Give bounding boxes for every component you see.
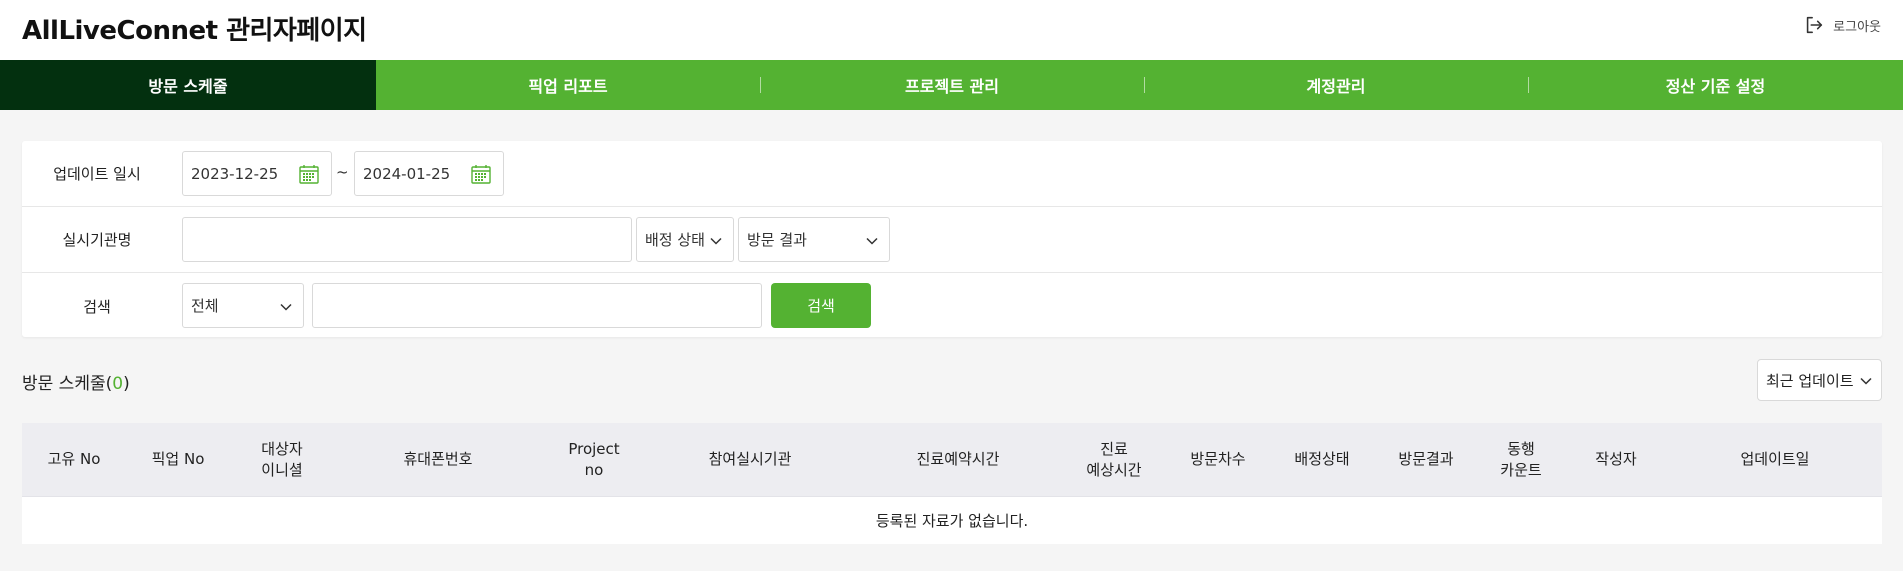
filter-row-search: 검색 전체 검색 xyxy=(22,273,1882,339)
app-title: AllLiveConnet 관리자페이지 xyxy=(22,16,367,46)
assign-status-select[interactable]: 배정 상태 xyxy=(636,217,734,262)
column-header[interactable]: 업데이트일 xyxy=(1668,449,1882,470)
column-header[interactable]: 고유 No xyxy=(22,449,126,470)
column-header[interactable]: 진료 예상시간 xyxy=(1062,439,1166,481)
nav-tab-account-management[interactable]: 계정관리 xyxy=(1144,60,1528,110)
nav-tab-visit-schedule[interactable]: 방문 스케줄 xyxy=(0,60,376,110)
filter-row-site: 실시기관명 배정 상태 방문 결과 xyxy=(22,207,1882,273)
search-button[interactable]: 검색 xyxy=(771,283,871,328)
filter-row-update-date: 업데이트 일시 2023-12-25 ~ 2024-01-25 xyxy=(22,141,1882,207)
nav-tab-label: 계정관리 xyxy=(1306,77,1366,96)
start-date-field[interactable]: 2023-12-25 xyxy=(182,151,332,196)
nav-tab-label: 정산 기준 설정 xyxy=(1665,77,1766,96)
calendar-icon[interactable] xyxy=(471,164,491,184)
nav-tab-label: 방문 스케줄 xyxy=(148,77,228,96)
nav-divider xyxy=(1144,77,1145,93)
empty-message: 등록된 자료가 없습니다. xyxy=(875,512,1029,530)
column-header[interactable]: 방문차수 xyxy=(1166,449,1270,470)
chevron-down-icon xyxy=(710,237,722,245)
nav-tab-label: 픽업 리포트 xyxy=(528,77,608,96)
visit-result-select[interactable]: 방문 결과 xyxy=(738,217,890,262)
sort-select[interactable]: 최근 업데이트 xyxy=(1757,359,1882,401)
visit-result-value: 방문 결과 xyxy=(747,231,807,249)
update-date-label: 업데이트 일시 xyxy=(53,165,141,183)
search-scope-value: 전체 xyxy=(191,297,219,315)
list-title-end: ) xyxy=(123,374,130,394)
calendar-icon[interactable] xyxy=(299,164,319,184)
end-date-field[interactable]: 2024-01-25 xyxy=(354,151,504,196)
main-nav: 방문 스케줄 픽업 리포트 프로젝트 관리 계정관리 정산 기준 설정 xyxy=(0,60,1903,110)
top-bar: AllLiveConnet 관리자페이지 로그아웃 xyxy=(0,0,1903,60)
column-header[interactable]: 휴대폰번호 xyxy=(334,449,542,470)
date-range-separator: ~ xyxy=(336,163,349,181)
chevron-down-icon xyxy=(1860,377,1872,385)
column-header[interactable]: 참여실시기관 xyxy=(646,449,854,470)
table-header: 고유 No 픽업 No 대상자 이니셜 휴대폰번호 Project no 참여실… xyxy=(22,423,1882,496)
column-header[interactable]: 작성자 xyxy=(1564,449,1668,470)
nav-tab-project-management[interactable]: 프로젝트 관리 xyxy=(760,60,1144,110)
table-empty-row: 등록된 자료가 없습니다. xyxy=(22,496,1882,544)
site-name-input[interactable] xyxy=(182,217,632,262)
search-input[interactable] xyxy=(312,283,762,328)
schedule-table: 고유 No 픽업 No 대상자 이니셜 휴대폰번호 Project no 참여실… xyxy=(22,423,1882,544)
column-header[interactable]: 동행 카운트 xyxy=(1478,439,1564,481)
logout-icon xyxy=(1806,16,1823,34)
nav-divider xyxy=(760,77,761,93)
list-count: 0 xyxy=(112,374,124,394)
end-date-value: 2024-01-25 xyxy=(363,164,451,183)
filter-panel: 업데이트 일시 2023-12-25 ~ 2024-01-25 실시기관명 배정… xyxy=(22,141,1882,337)
nav-tab-label: 프로젝트 관리 xyxy=(905,77,999,96)
logout-button[interactable]: 로그아웃 xyxy=(1803,14,1881,36)
search-scope-select[interactable]: 전체 xyxy=(182,283,304,328)
start-date-value: 2023-12-25 xyxy=(191,164,279,183)
site-name-label: 실시기관명 xyxy=(62,231,132,249)
column-header[interactable]: Project no xyxy=(542,439,646,481)
chevron-down-icon xyxy=(866,237,878,245)
assign-status-value: 배정 상태 xyxy=(645,231,705,249)
list-title: 방문 스케줄(0) xyxy=(22,369,130,394)
column-header[interactable]: 대상자 이니셜 xyxy=(230,439,334,481)
search-label: 검색 xyxy=(83,297,111,316)
column-header[interactable]: 방문결과 xyxy=(1374,449,1478,470)
chevron-down-icon xyxy=(280,303,292,311)
sort-value: 최근 업데이트 xyxy=(1766,371,1854,390)
column-header[interactable]: 배정상태 xyxy=(1270,449,1374,470)
nav-tab-settlement-settings[interactable]: 정산 기준 설정 xyxy=(1528,60,1903,110)
logout-label: 로그아웃 xyxy=(1833,19,1881,35)
list-title-text: 방문 스케줄( xyxy=(22,374,113,394)
column-header[interactable]: 픽업 No xyxy=(126,449,230,470)
column-header[interactable]: 진료예약시간 xyxy=(854,449,1062,470)
nav-tab-pickup-report[interactable]: 픽업 리포트 xyxy=(376,60,760,110)
nav-divider xyxy=(1528,77,1529,93)
